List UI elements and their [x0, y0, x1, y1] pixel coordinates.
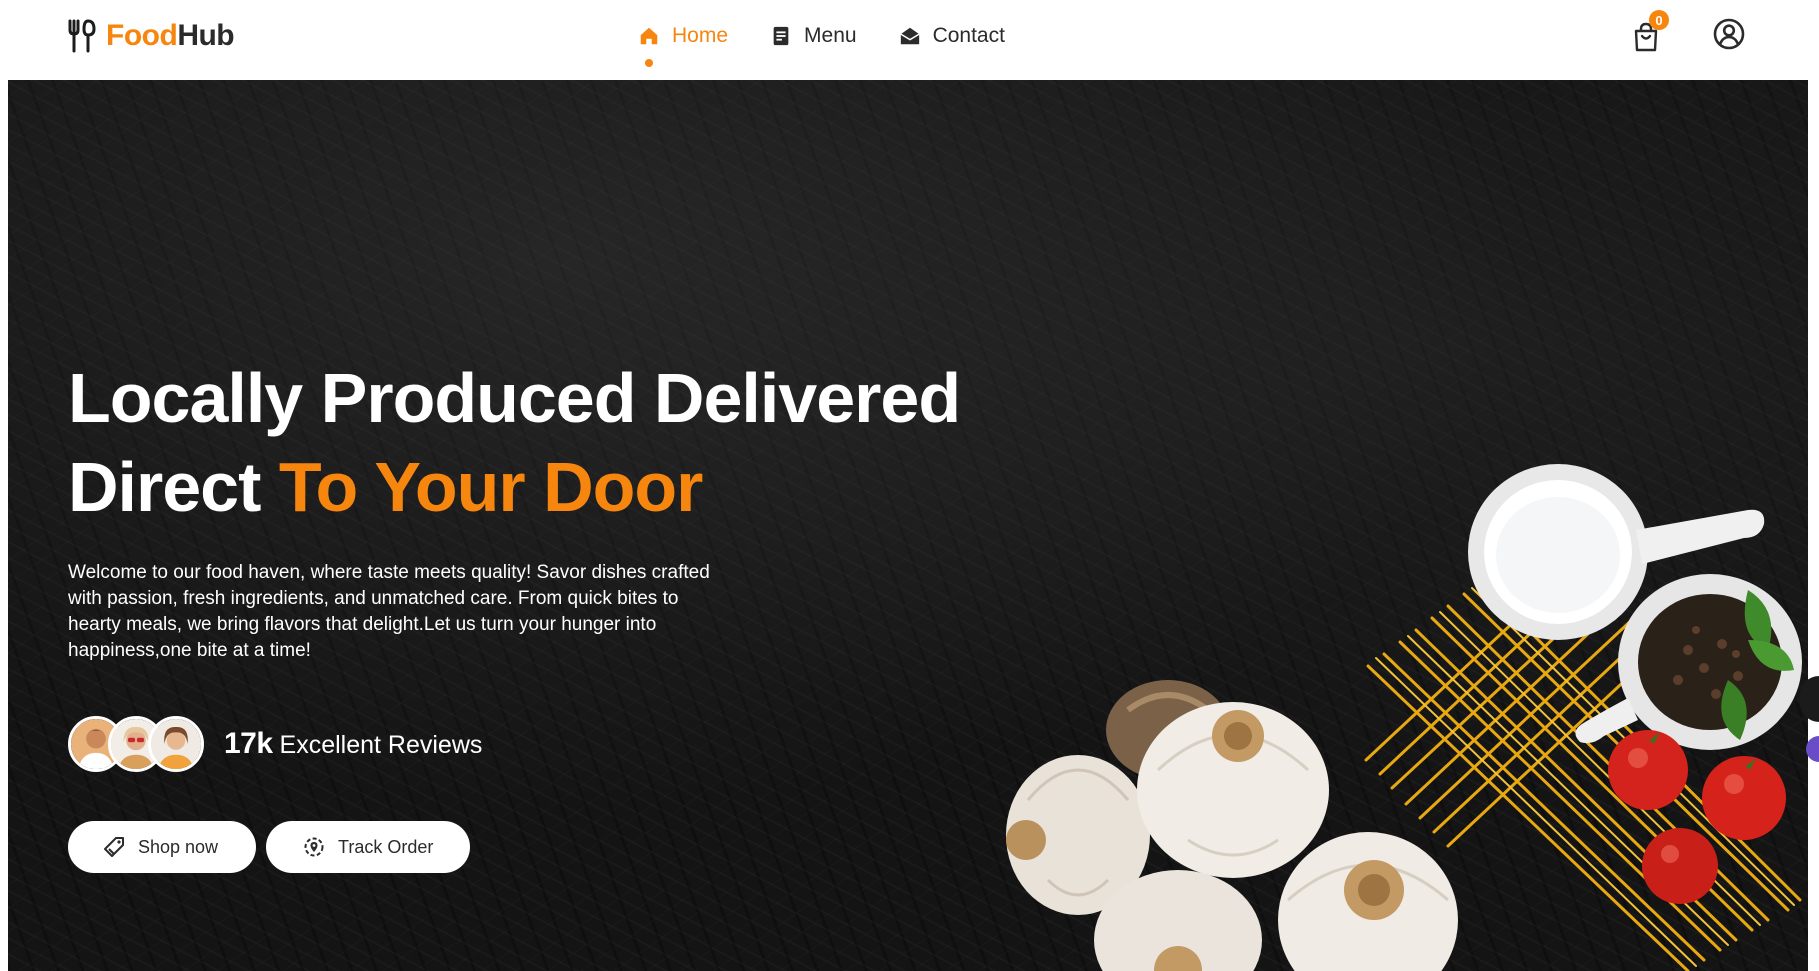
track-order-button[interactable]: Track Order: [266, 821, 470, 873]
brand-name-food: Food: [106, 19, 178, 52]
reviewer-avatars: [68, 714, 216, 774]
reviews-summary: 17k Excellent Reviews: [68, 714, 482, 774]
active-indicator-dot: [645, 59, 653, 67]
reviews-text: 17k Excellent Reviews: [224, 727, 482, 761]
brand-name-hub: Hub: [177, 19, 235, 52]
food-ingredients-image: [1006, 464, 1802, 971]
fork-spoon-icon: [68, 19, 96, 53]
main-nav: Home Menu Contact: [638, 20, 1047, 67]
cart-button[interactable]: 0: [1632, 10, 1669, 52]
menu-doc-icon: [773, 26, 789, 46]
headline-line-1: Locally Produced Delivered: [68, 359, 961, 437]
track-location-icon: [304, 837, 324, 857]
envelope-open-icon: [900, 27, 920, 45]
headline-line-2: Direct: [68, 448, 261, 526]
nav-item-menu[interactable]: Menu: [770, 24, 857, 48]
user-circle-icon: [1713, 18, 1745, 50]
nav-item-menu-label: Menu: [804, 24, 857, 47]
nav-item-home-label: Home: [672, 24, 729, 47]
headline-accent: To Your Door: [278, 448, 704, 526]
brand-name: FoodHub: [106, 19, 235, 52]
avatar: [148, 716, 204, 772]
shop-now-button[interactable]: Shop now: [68, 821, 256, 873]
account-button[interactable]: [1713, 18, 1745, 50]
cart-count-badge: 0: [1649, 10, 1669, 30]
shop-now-label: Shop now: [138, 836, 219, 857]
hero-headline: Locally Produced Delivered Direct To You…: [68, 354, 1048, 532]
nav-item-home[interactable]: Home: [638, 24, 729, 67]
track-order-label: Track Order: [338, 836, 434, 857]
nav-item-contact[interactable]: Contact: [899, 24, 1005, 48]
nav-item-contact-label: Contact: [932, 24, 1005, 47]
home-icon: [640, 27, 658, 45]
hero-intro-text: Welcome to our food haven, where taste m…: [68, 562, 710, 661]
brand-logo[interactable]: FoodHub: [66, 14, 235, 58]
reviews-label: Excellent Reviews: [279, 731, 483, 759]
reviews-count: 17k: [224, 727, 273, 760]
top-navbar: FoodHub Home Menu Contact 0: [0, 0, 1819, 80]
hero-section: Locally Produced Delivered Direct To You…: [8, 80, 1808, 971]
shop-tag-icon: [104, 837, 124, 857]
